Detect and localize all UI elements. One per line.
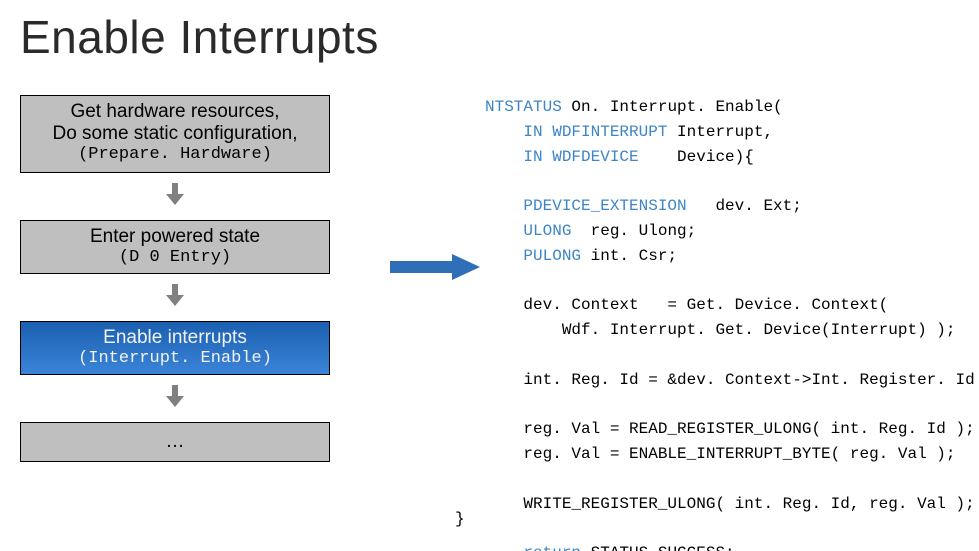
step-func: (Prepare. Hardware) — [25, 145, 325, 165]
code-text: WRITE_REGISTER_ULONG( int. Reg. Id, reg.… — [485, 495, 975, 513]
code-keyword: WDFDEVICE — [552, 148, 677, 166]
code-keyword: IN — [485, 148, 552, 166]
code-keyword: ULONG — [485, 222, 591, 240]
page-title: Enable Interrupts — [20, 10, 379, 64]
code-text: Interrupt, — [677, 123, 773, 141]
code-text: Device){ — [677, 148, 754, 166]
code-text: STATUS_SUCCESS; — [591, 544, 735, 551]
code-keyword: PULONG — [485, 247, 591, 265]
code-text: Wdf. Interrupt. Get. Device(Interrupt) )… — [485, 321, 955, 339]
code-block: NTSTATUS On. Interrupt. Enable( IN WDFIN… — [485, 95, 965, 551]
flow-column: Get hardware resources, Do some static c… — [20, 95, 330, 462]
slide: { "title": "Enable Interrupts", "steps":… — [0, 0, 979, 551]
step-interrupt-enable: Enable interrupts (Interrupt. Enable) — [20, 321, 330, 375]
code-text: dev. Context = Get. Device. Context( — [485, 296, 888, 314]
code-keyword: PDEVICE_EXTENSION — [485, 197, 715, 215]
code-text: int. Csr; — [591, 247, 677, 265]
step-title: Get hardware resources, Do some static c… — [25, 101, 325, 145]
step-title: … — [166, 431, 185, 453]
step-func: (D 0 Entry) — [25, 248, 325, 268]
code-keyword: NTSTATUS — [485, 98, 571, 116]
code-closing-brace: } — [455, 510, 465, 528]
step-func: (Interrupt. Enable) — [25, 349, 325, 369]
step-title: Enable interrupts — [25, 327, 325, 349]
code-text: On. Interrupt. Enable( — [571, 98, 782, 116]
step-title: Enter powered state — [25, 226, 325, 248]
code-keyword: IN — [485, 123, 552, 141]
down-arrow-icon — [20, 183, 330, 210]
code-keyword: return — [485, 544, 591, 551]
code-text: dev. Ext; — [715, 197, 801, 215]
step-prepare-hardware: Get hardware resources, Do some static c… — [20, 95, 330, 173]
right-arrow-icon — [390, 254, 480, 280]
step-ellipsis: … — [20, 422, 330, 462]
code-text: reg. Val = ENABLE_INTERRUPT_BYTE( reg. V… — [485, 445, 955, 463]
code-text: reg. Ulong; — [591, 222, 697, 240]
code-keyword: WDFINTERRUPT — [552, 123, 677, 141]
code-text: reg. Val = READ_REGISTER_ULONG( int. Reg… — [485, 420, 975, 438]
down-arrow-icon — [20, 284, 330, 311]
step-d0-entry: Enter powered state (D 0 Entry) — [20, 220, 330, 274]
code-text: int. Reg. Id = &dev. Context->Int. Regis… — [485, 371, 975, 389]
down-arrow-icon — [20, 385, 330, 412]
